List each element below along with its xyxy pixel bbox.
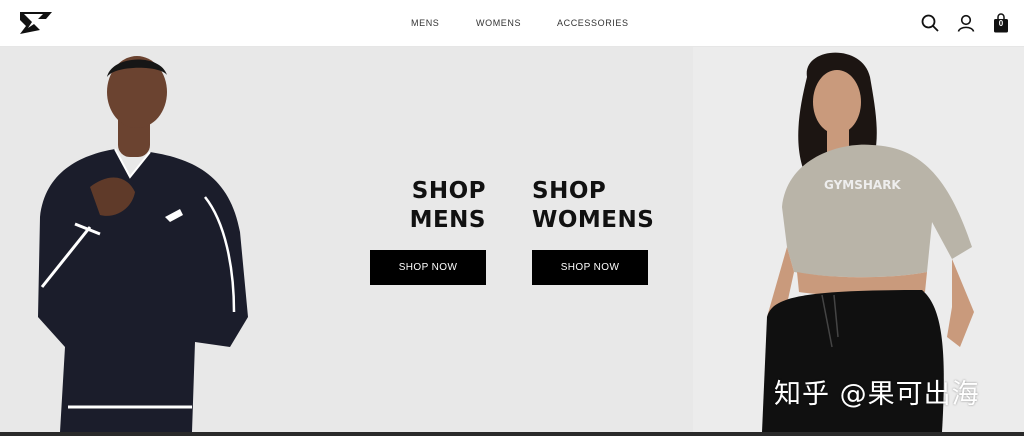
shop-womens-title: SHOP WOMENS	[532, 177, 672, 235]
bag-count: 0	[998, 19, 1004, 28]
nav-accessories[interactable]: ACCESSORIES	[557, 18, 629, 28]
search-icon[interactable]	[921, 14, 939, 32]
nav-mens[interactable]: MENS	[411, 18, 439, 28]
hero-banner: SHOP MENS SHOP WOMENS SHOP NOW SHOP NOW …	[0, 47, 1024, 432]
bottom-bar	[0, 432, 1024, 436]
shop-mens-title-line2: MENS	[409, 207, 486, 233]
shirt-print: GYMSHARK	[824, 178, 901, 192]
shop-mens-title-line1: SHOP	[411, 178, 486, 204]
main-nav: MENS WOMENS ACCESSORIES	[0, 0, 1024, 47]
shop-womens-button[interactable]: SHOP NOW	[532, 250, 648, 285]
nav-womens[interactable]: WOMENS	[476, 18, 521, 28]
mens-model-image[interactable]	[20, 47, 260, 432]
watermark-text: 知乎 @果可出海	[774, 379, 980, 410]
shop-mens-button[interactable]: SHOP NOW	[370, 250, 486, 285]
bag-button[interactable]: 0	[993, 13, 1009, 33]
shop-mens-title: SHOP MENS	[370, 177, 486, 235]
shop-womens-title-line1: SHOP	[532, 178, 607, 204]
shop-womens-title-line2: WOMENS	[532, 207, 655, 233]
user-icon[interactable]	[957, 14, 975, 32]
site-header: MENS WOMENS ACCESSORIES 0	[0, 0, 1024, 47]
